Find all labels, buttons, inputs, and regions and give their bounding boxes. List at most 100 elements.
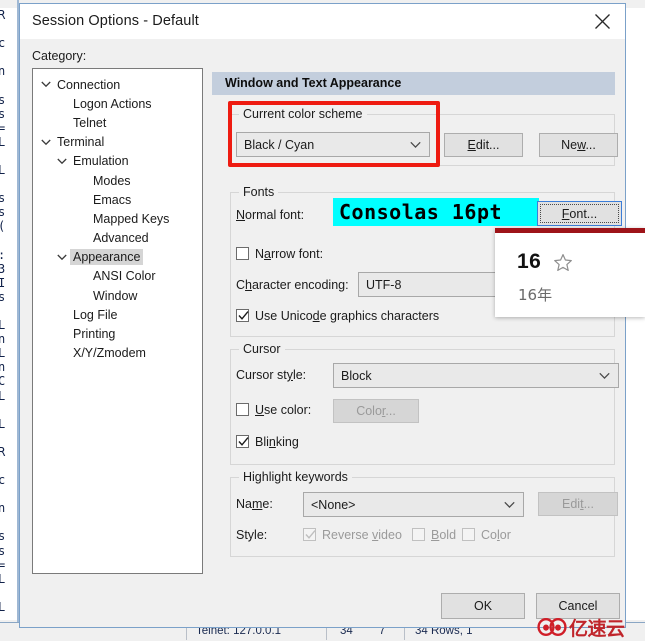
color-checkbox <box>462 528 475 541</box>
new-color-scheme-label: New... <box>561 138 596 152</box>
unicode-graphics-label: Use Unicode graphics characters <box>255 309 440 323</box>
close-button[interactable] <box>579 4 625 39</box>
new-color-scheme-button[interactable]: New... <box>539 133 618 157</box>
highlight-edit-label: Edit... <box>562 497 594 511</box>
tree-item-label: Mapped Keys <box>93 211 170 226</box>
tree-item-window[interactable]: Window <box>33 286 202 305</box>
checkmark-icon <box>238 437 249 446</box>
close-icon <box>594 14 610 29</box>
tree-item-mapped-keys[interactable]: Mapped Keys <box>33 209 202 228</box>
character-encoding-combo[interactable]: UTF-8 <box>358 272 518 297</box>
cursor-style-label: Cursor style: <box>236 368 307 382</box>
tree-item-emulation[interactable]: Emulation <box>33 152 202 171</box>
watermark-text: 亿速云 <box>569 617 625 640</box>
fonts-group-label: Fonts <box>239 185 279 199</box>
focus-rect <box>540 204 619 223</box>
chevron-down-icon <box>410 141 421 148</box>
chevron-down-icon[interactable] <box>40 79 52 91</box>
chevron-down-icon[interactable] <box>40 136 52 148</box>
tree-item-label: Terminal <box>57 135 105 150</box>
normal-font-preview[interactable]: Consolas 16pt <box>333 198 539 226</box>
highlight-group-label-text: Highlight keywords <box>243 470 348 484</box>
cursor-group-label-text: Cursor <box>243 342 281 356</box>
reverse-video-label: Reverse video <box>322 528 402 542</box>
use-color-checkbox[interactable] <box>236 403 249 416</box>
highlight-name-value: <None> <box>311 497 356 512</box>
tree-item-label: Emacs <box>93 192 132 207</box>
blinking-label: Blinking <box>255 435 299 449</box>
edit-color-scheme-label: Edit... <box>467 138 500 152</box>
tree-body: Connection Logon Actions Telnet Terminal Emu… <box>33 69 202 363</box>
fonts-group-label-text: Fonts <box>243 185 275 199</box>
chevron-down-icon[interactable] <box>56 155 68 167</box>
cursor-group-label: Cursor <box>239 342 285 356</box>
highlight-style-label: Style: <box>236 528 268 542</box>
narrow-font-label: Narrow font: <box>255 247 324 261</box>
unicode-graphics-checkbox[interactable] <box>236 309 249 322</box>
use-color-label: Use color: <box>255 403 312 417</box>
checkmark-icon <box>305 530 316 539</box>
screen-root: R c n s s = L L s s ( : 3 I s L n L n C … <box>0 0 645 641</box>
ime-reading-text: 16年 <box>518 286 553 304</box>
cursor-style-combo[interactable]: Block <box>333 363 619 388</box>
highlight-name-combo[interactable]: <None> <box>303 492 524 517</box>
tree-item-printing[interactable]: Printing <box>33 324 202 343</box>
reverse-video-checkbox <box>303 528 316 541</box>
tree-item-x-y-zmodem[interactable]: X/Y/Zmodem <box>33 344 202 363</box>
tree-item-appearance[interactable]: Appearance <box>33 248 202 267</box>
yisuyun-logo-icon <box>537 617 567 637</box>
highlight-edit-button: Edit... <box>538 492 618 516</box>
ok-button-label: OK <box>473 599 493 613</box>
tree-item-connection[interactable]: Connection <box>33 75 202 94</box>
character-encoding-label: Character encoding: <box>236 278 349 292</box>
tree-item-label: Connection <box>57 77 121 92</box>
narrow-font-checkbox[interactable] <box>236 247 249 260</box>
category-label: Category: <box>32 49 87 63</box>
font-button[interactable]: Font... <box>537 201 622 226</box>
tree-item-label: Telnet <box>73 115 107 130</box>
color-scheme-group-label: Current color scheme <box>239 107 367 121</box>
character-encoding-value: UTF-8 <box>366 277 402 292</box>
tree-item-telnet[interactable]: Telnet <box>33 113 202 132</box>
tree-item-label: Printing <box>73 327 116 342</box>
edit-color-scheme-button[interactable]: Edit... <box>444 133 523 157</box>
category-tree[interactable]: Connection Logon Actions Telnet Terminal Emu… <box>32 68 203 574</box>
tree-item-label: Advanced <box>93 231 149 246</box>
dialog-title: Session Options - Default <box>32 13 199 29</box>
chevron-down-icon[interactable] <box>56 251 68 263</box>
tree-item-logon-actions[interactable]: Logon Actions <box>33 94 202 113</box>
bold-checkbox <box>412 528 425 541</box>
panel-header-title: Window and Text Appearance <box>225 76 402 90</box>
ok-button[interactable]: OK <box>441 593 525 619</box>
tree-item-label: X/Y/Zmodem <box>73 346 146 361</box>
dialog-title-bar[interactable]: Session Options - Default <box>20 4 625 39</box>
panel-header: Window and Text Appearance <box>212 72 615 95</box>
color-scheme-combo[interactable]: Black / Cyan <box>236 132 430 157</box>
tree-item-log-file[interactable]: Log File <box>33 305 202 324</box>
color-label: Color <box>481 528 511 542</box>
tree-item-modes[interactable]: Modes <box>33 171 202 190</box>
cursor-color-button: Color... <box>333 399 419 423</box>
tree-item-label: Modes <box>93 173 131 188</box>
cursor-color-label: Color... <box>356 404 396 418</box>
star-outline-icon[interactable] <box>553 253 573 273</box>
cancel-button-label: Cancel <box>558 599 598 613</box>
cursor-style-value: Block <box>341 368 372 383</box>
highlight-group-label: Highlight keywords <box>239 470 352 484</box>
tree-item-advanced[interactable]: Advanced <box>33 229 202 248</box>
highlight-name-label: Name: <box>236 497 273 511</box>
ime-candidate-popup[interactable]: 16 16年 <box>495 228 645 317</box>
tree-item-emacs[interactable]: Emacs <box>33 190 202 209</box>
color-scheme-group-label-text: Current color scheme <box>243 107 363 121</box>
tree-item-terminal[interactable]: Terminal <box>33 133 202 152</box>
tree-item-ansi-color[interactable]: ANSI Color <box>33 267 202 286</box>
bold-label: Bold <box>431 528 457 542</box>
blinking-checkbox[interactable] <box>236 435 249 448</box>
tree-item-label: Window <box>93 288 138 303</box>
chevron-down-icon <box>599 372 610 379</box>
ime-candidate-text: 16 <box>517 250 542 273</box>
normal-font-label: Normal font: <box>236 208 305 222</box>
watermark: 亿速云 <box>537 613 645 641</box>
highlight-keywords-group: Highlight keywords <box>230 470 615 557</box>
color-scheme-value: Black / Cyan <box>244 137 315 152</box>
